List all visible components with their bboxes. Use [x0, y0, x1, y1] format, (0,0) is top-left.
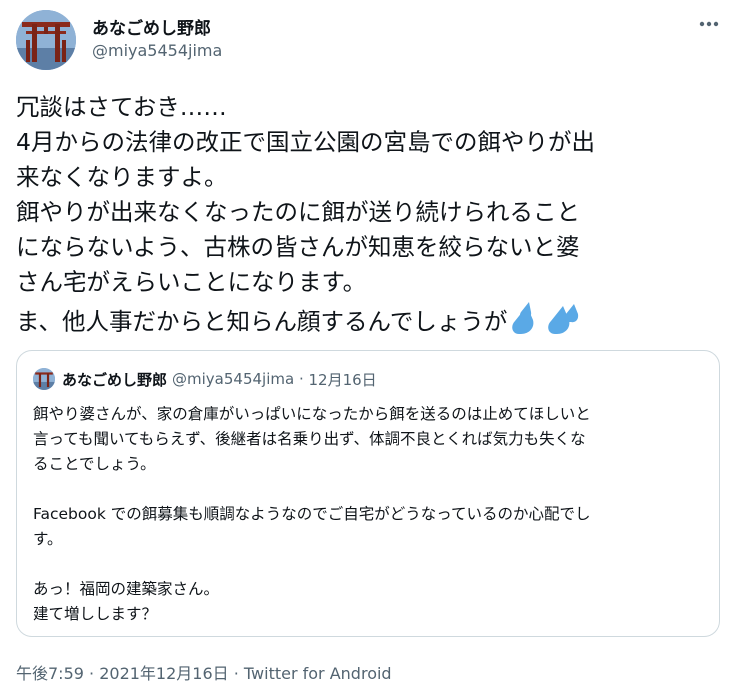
footer-separator: · [228, 664, 244, 683]
tweet-time[interactable]: 午後7:59 [16, 664, 84, 683]
author-handle[interactable]: @miya5454jima [92, 41, 222, 60]
quoted-author-name: あなごめし野郎 [62, 370, 168, 389]
tweet-text-last-line: ま、他人事だからと知らん顔するんでしょうが [16, 300, 716, 346]
sweat-droplets-icon [511, 300, 583, 346]
quoted-text-line [33, 552, 705, 577]
tweet-text: 冗談はさておき…… 4月からの法律の改正で国立公園の宮島での餌やりが出 来なくな… [16, 90, 716, 346]
author-name[interactable]: あなごめし野郎 [92, 14, 211, 39]
tweet-text-line: 4月からの法律の改正で国立公園の宮島での餌やりが出 [16, 128, 595, 156]
quoted-text-line: 餌やり婆さんが、家の倉庫がいっぱいになったから餌を送るのは止めてほしいと [33, 405, 591, 423]
footer-separator: · [83, 664, 100, 683]
quoted-date-separator: · [294, 370, 309, 388]
quoted-text-line: す。 [33, 530, 63, 548]
avatar[interactable] [16, 10, 76, 70]
quoted-text-line: Facebook での餌募集も順調なようなのでご自宅がどうなっているのか心配でし [33, 505, 591, 523]
quoted-text-line [33, 477, 705, 502]
quoted-avatar [33, 368, 55, 390]
quoted-text-line: ることでしょう。 [33, 455, 156, 473]
quoted-text-line: 言っても聞いてもらえず、後継者は名乗り出ず、体調不良とくれば気力も失くな [33, 430, 586, 448]
quoted-text-line: あっ！福岡の建築家さん。 [33, 580, 220, 598]
tweet-text-line: さん宅がえらいことになります。 [16, 268, 367, 296]
tweet-text-line: 来なくなりますよ。 [16, 163, 228, 191]
tweet-source[interactable]: Twitter for Android [244, 664, 392, 683]
tweet-text-line: 冗談はさておき…… [16, 93, 227, 121]
quoted-tweet-header: あなごめし野郎 @miya5454jima · 12月16日 [33, 368, 377, 390]
tweet: あなごめし野郎 @miya5454jima 冗談はさておき…… 4月からの法律の… [0, 0, 746, 693]
more-options-button[interactable] [694, 12, 724, 36]
torii-gate-icon [16, 10, 76, 70]
tweet-footer: 午後7:59 · 2021年12月16日 · Twitter for Andro… [16, 660, 392, 684]
tweet-date[interactable]: 2021年12月16日 [99, 664, 228, 683]
tweet-text-line: ま、他人事だからと知らん顔するんでしょうが [16, 307, 508, 336]
quoted-tweet[interactable]: あなごめし野郎 @miya5454jima · 12月16日 餌やり婆さんが、家… [16, 350, 720, 637]
tweet-text-line: 餌やりが出来なくなったのに餌が送り続けられること [16, 198, 580, 226]
quoted-tweet-text: 餌やり婆さんが、家の倉庫がいっぱいになったから餌を送るのは止めてほしいと 言って… [33, 402, 705, 627]
tweet-text-line: にならないよう、古株の皆さんが知恵を絞らないと婆 [16, 233, 580, 261]
more-icon [699, 21, 719, 27]
quoted-date: 12月16日 [308, 370, 377, 389]
quoted-author-handle: @miya5454jima [172, 370, 295, 388]
torii-gate-icon [33, 368, 55, 390]
quoted-text-line: 建て増しします？ [33, 605, 158, 623]
